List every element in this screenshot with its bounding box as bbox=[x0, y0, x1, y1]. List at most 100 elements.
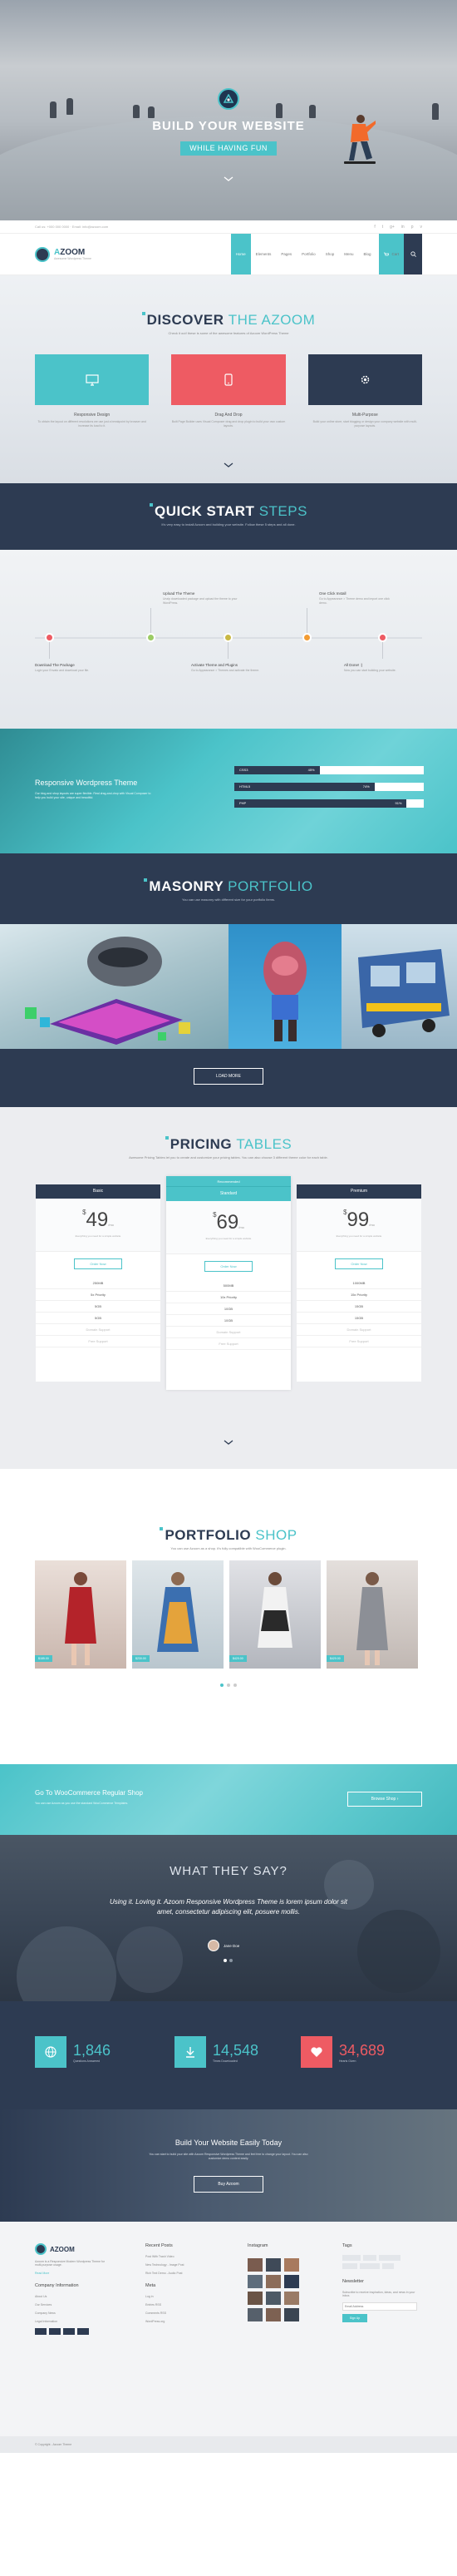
product-price: $420.00 bbox=[229, 1655, 247, 1662]
tag-chip[interactable] bbox=[363, 2255, 376, 2261]
search-icon bbox=[410, 251, 416, 257]
linkedin-icon[interactable]: in bbox=[401, 225, 405, 230]
download-icon bbox=[186, 2047, 194, 2058]
footer-link[interactable]: Legal Information bbox=[35, 2320, 110, 2323]
twitter-icon[interactable]: t bbox=[382, 225, 383, 230]
footer-recent-posts: Recent Posts Post With Trash Video New T… bbox=[145, 2243, 228, 2328]
footer-logo[interactable]: AZOOM bbox=[35, 2243, 110, 2255]
instagram-thumb[interactable] bbox=[266, 2308, 281, 2321]
carousel-dots[interactable] bbox=[220, 1684, 237, 1687]
cart-button[interactable]: Cart bbox=[379, 234, 404, 274]
chevron-down-icon[interactable] bbox=[224, 462, 233, 467]
tag-cloud bbox=[342, 2255, 417, 2269]
recent-post-link[interactable]: Post With Trash Video bbox=[145, 2255, 228, 2258]
meta-link[interactable]: Comments RSS bbox=[145, 2311, 228, 2315]
meta-link[interactable]: Entries RSS bbox=[145, 2303, 228, 2307]
recent-post-link[interactable]: New Technology - Image Post bbox=[145, 2263, 228, 2267]
step-text: One Click Install Go to Appearance > Them… bbox=[319, 591, 390, 605]
portfolio-image-robot[interactable] bbox=[0, 924, 228, 1049]
portfolio-image-train[interactable] bbox=[342, 924, 457, 1049]
instagram-thumb[interactable] bbox=[248, 2308, 263, 2321]
load-more-button[interactable]: LOAD MORE bbox=[194, 1068, 263, 1085]
skills-section: Responsive Wordpress Theme Our blog and … bbox=[0, 729, 457, 853]
scroll-down-icon[interactable] bbox=[224, 176, 233, 181]
footer-link[interactable]: About Us bbox=[35, 2295, 110, 2298]
nav-item-home[interactable]: Home bbox=[230, 234, 251, 274]
pricing-subtitle: Awesome Pricing Tables let you to create… bbox=[129, 1155, 328, 1159]
testimonial-dots[interactable] bbox=[224, 1959, 233, 1962]
order-now-button[interactable]: Order Now bbox=[204, 1261, 253, 1272]
tag-chip[interactable] bbox=[342, 2255, 361, 2261]
product-card[interactable]: $420.00 bbox=[229, 1560, 321, 1669]
product-card[interactable]: $230.00 bbox=[132, 1560, 224, 1669]
plan-price: $99/mo Everything you need for a simple … bbox=[297, 1199, 421, 1252]
hero-section: BUILD YOUR WEBSITE WHILE HAVING FUN bbox=[0, 0, 457, 220]
signup-button[interactable]: Sign Up bbox=[342, 2314, 367, 2322]
hero-person bbox=[133, 105, 140, 118]
instagram-thumb[interactable] bbox=[266, 2292, 281, 2305]
nav-item-shop[interactable]: Shop bbox=[321, 234, 340, 274]
hero-person bbox=[50, 101, 57, 118]
read-more-link[interactable]: Read More bbox=[35, 2272, 110, 2275]
instagram-thumb[interactable] bbox=[284, 2292, 299, 2305]
feature-title: Drag And Drop bbox=[214, 413, 243, 418]
facebook-icon[interactable]: f bbox=[374, 225, 375, 230]
hero-person bbox=[276, 103, 283, 118]
instagram-thumb[interactable] bbox=[284, 2275, 299, 2288]
meta-link[interactable]: Log in bbox=[145, 2295, 228, 2298]
nav-item-elements[interactable]: Elements bbox=[251, 234, 277, 274]
plan-price: $69/mo Everything you need for a simple … bbox=[166, 1201, 291, 1254]
tag-chip[interactable] bbox=[360, 2263, 380, 2269]
product-card[interactable]: $420.00 bbox=[327, 1560, 418, 1669]
portfolio-image-character[interactable] bbox=[228, 924, 342, 1049]
nav-item-blog[interactable]: Blog bbox=[358, 234, 376, 274]
stat-label: Hearts Given bbox=[339, 2059, 356, 2063]
copyright-text: © Copyright - Azoom Theme bbox=[35, 2443, 72, 2446]
woo-desc: You can use Azoom as you use the standar… bbox=[35, 1802, 129, 1805]
instagram-thumb[interactable] bbox=[284, 2258, 299, 2272]
nav-item-menu[interactable]: Menu bbox=[339, 234, 358, 274]
skill-bar: CSS3 45% bbox=[234, 766, 424, 774]
instagram-thumb[interactable] bbox=[266, 2275, 281, 2288]
footer-link[interactable]: Our Services bbox=[35, 2303, 110, 2307]
chevron-down-icon[interactable] bbox=[224, 1440, 233, 1445]
copyright-bar: © Copyright - Azoom Theme bbox=[0, 2436, 457, 2453]
hero-logo-badge bbox=[218, 88, 239, 110]
pinterest-icon[interactable]: p bbox=[411, 225, 414, 230]
buy-azoom-button[interactable]: Buy Azoom bbox=[194, 2176, 263, 2193]
site-logo[interactable]: AZOOM Awesome Wordpress Theme bbox=[35, 246, 91, 262]
order-now-button[interactable]: Order Now bbox=[74, 1258, 122, 1269]
instagram-thumb[interactable] bbox=[266, 2258, 281, 2272]
tag-chip[interactable] bbox=[382, 2263, 394, 2269]
step-node bbox=[45, 633, 54, 642]
testimonial-author: Jane Doe bbox=[208, 1940, 239, 1951]
quick-start-title: QUICK START STEPS bbox=[0, 503, 457, 520]
instagram-thumb[interactable] bbox=[284, 2308, 299, 2321]
nav-item-portfolio[interactable]: Portfolio bbox=[297, 234, 321, 274]
browse-shop-button[interactable]: Browse Shop › bbox=[347, 1792, 422, 1807]
testimonial-quote: Using it. Loving it. Azoom Responsive Wo… bbox=[109, 1898, 348, 1916]
instagram-thumb[interactable] bbox=[248, 2292, 263, 2305]
search-button[interactable] bbox=[404, 234, 422, 274]
nav-item-pages[interactable]: Pages bbox=[276, 234, 297, 274]
woocommerce-banner: Go To WooCommerce Regular Shop You can u… bbox=[0, 1764, 457, 1835]
instagram-thumb[interactable] bbox=[248, 2258, 263, 2272]
recent-post-link[interactable]: Rich Text Demo - Audio Post bbox=[145, 2272, 228, 2275]
product-card[interactable]: $185.00 bbox=[35, 1560, 126, 1669]
instagram-thumb[interactable] bbox=[248, 2275, 263, 2288]
author-name: Jane Doe bbox=[224, 1943, 240, 1948]
step-text: Upload The Theme Unzip downloaded package… bbox=[163, 591, 238, 605]
cta-desc: You can start to build your site with Az… bbox=[149, 2153, 308, 2161]
skills-title: Responsive Wordpress Theme bbox=[35, 779, 138, 787]
quick-start-subtitle: It's very easy to install Azoom and buil… bbox=[161, 522, 296, 527]
footer-link[interactable]: Company News bbox=[35, 2311, 110, 2315]
newsletter-email-input[interactable] bbox=[342, 2302, 417, 2311]
vimeo-icon[interactable]: v bbox=[420, 225, 423, 230]
google-plus-icon[interactable]: g+ bbox=[390, 225, 395, 230]
order-now-button[interactable]: Order Now bbox=[335, 1258, 383, 1269]
testimonial-section: WHAT THEY SAY? Using it. Loving it. Azoo… bbox=[0, 1835, 457, 2001]
logo-icon bbox=[35, 246, 50, 262]
meta-link[interactable]: WordPress.org bbox=[145, 2320, 228, 2323]
tag-chip[interactable] bbox=[379, 2255, 400, 2261]
tag-chip[interactable] bbox=[342, 2263, 357, 2269]
